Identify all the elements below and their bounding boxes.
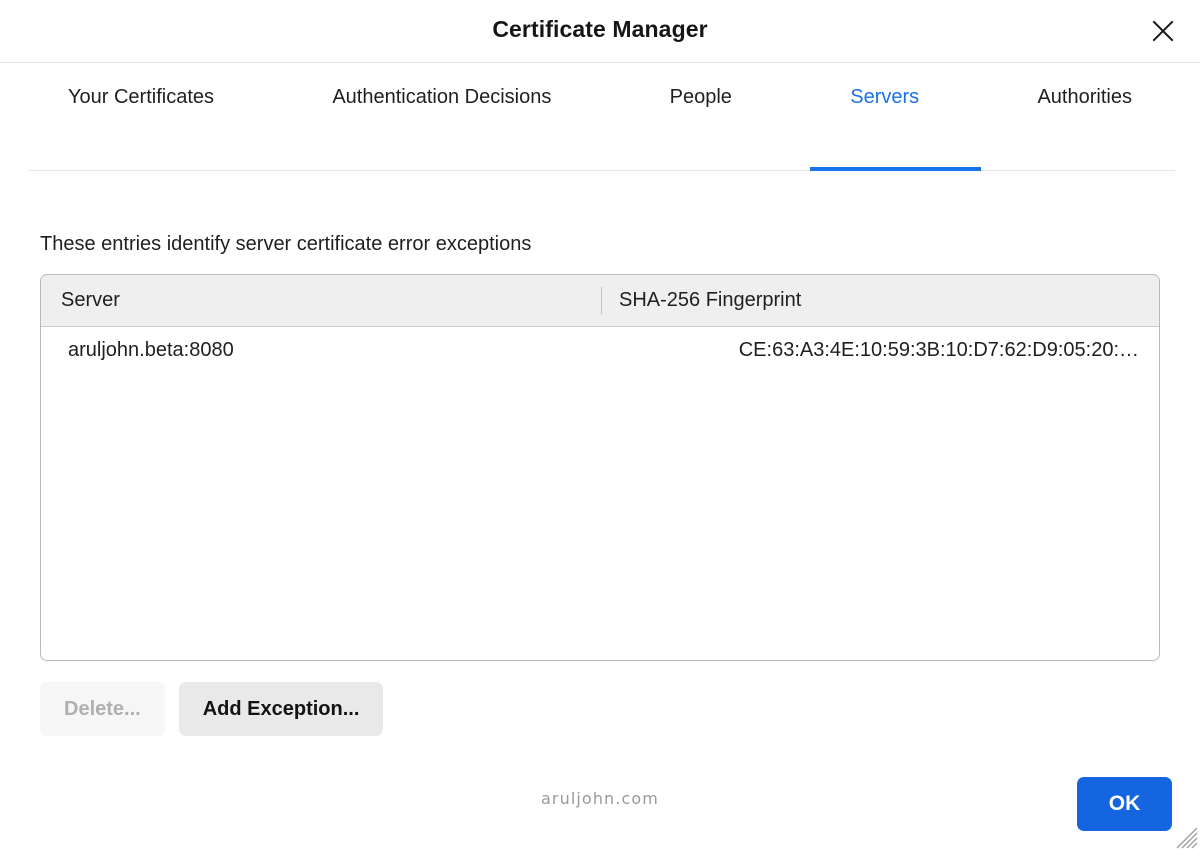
- tab-your-certificates[interactable]: Your Certificates: [62, 80, 220, 109]
- table-body: aruljohn.beta:8080 CE:63:A3:4E:10:59:3B:…: [41, 327, 1159, 373]
- tab-list: Your Certificates Authentication Decisio…: [0, 63, 1200, 125]
- panel-description: These entries identify server certificat…: [40, 233, 532, 255]
- cell-server: aruljohn.beta:8080: [68, 338, 234, 361]
- dialog-titlebar: Certificate Manager: [0, 0, 1200, 63]
- close-button[interactable]: [1144, 12, 1182, 50]
- dialog-title: Certificate Manager: [492, 16, 708, 42]
- table-row[interactable]: aruljohn.beta:8080 CE:63:A3:4E:10:59:3B:…: [41, 327, 1159, 373]
- table-header-row: Server SHA-256 Fingerprint: [41, 275, 1159, 327]
- server-exceptions-table: Server SHA-256 Fingerprint aruljohn.beta…: [40, 274, 1160, 661]
- tab-active-indicator: [810, 167, 981, 171]
- resize-grip[interactable]: [1172, 823, 1198, 849]
- column-header-fingerprint[interactable]: SHA-256 Fingerprint: [601, 287, 1159, 314]
- add-exception-button[interactable]: Add Exception...: [178, 682, 384, 736]
- tab-servers[interactable]: Servers: [844, 80, 925, 109]
- tab-authorities[interactable]: Authorities: [1031, 80, 1138, 109]
- tab-authentication-decisions[interactable]: Authentication Decisions: [326, 80, 557, 109]
- servers-panel: These entries identify server certificat…: [0, 232, 1200, 736]
- watermark: aruljohn.com: [541, 789, 659, 808]
- tab-bar-divider: [28, 170, 1175, 171]
- ok-button[interactable]: OK: [1077, 777, 1172, 831]
- cell-fingerprint: CE:63:A3:4E:10:59:3B:10:D7:62:D9:05:20:…: [738, 338, 1139, 361]
- column-header-server[interactable]: Server: [41, 275, 601, 326]
- tab-bar: Your Certificates Authentication Decisio…: [0, 63, 1200, 171]
- tab-people[interactable]: People: [664, 80, 738, 109]
- delete-button[interactable]: Delete...: [40, 682, 165, 736]
- close-icon: [1150, 18, 1176, 44]
- table-actions: Delete... Add Exception...: [40, 682, 1160, 736]
